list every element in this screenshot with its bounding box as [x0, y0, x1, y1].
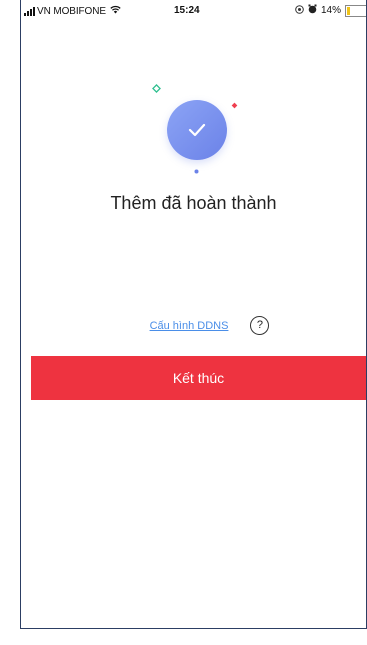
- status-time: 15:24: [174, 5, 200, 16]
- carrier-name: VN MOBIFONE: [37, 5, 106, 17]
- status-left: VN MOBIFONE: [24, 5, 121, 17]
- ddns-row: Cấu hình DDNS ?: [21, 316, 366, 335]
- finish-button[interactable]: Kết thúc: [31, 356, 366, 400]
- wifi-icon: [110, 5, 121, 17]
- success-check-icon: [167, 100, 227, 160]
- green-diamond-icon: [152, 84, 161, 93]
- signal-icon: [24, 6, 35, 16]
- red-diamond-icon: [231, 102, 238, 109]
- completion-title: Thêm đã hoàn thành: [110, 193, 277, 213]
- battery-percent: 14%: [320, 5, 341, 16]
- location-icon: [295, 4, 304, 17]
- alarm-icon: [308, 4, 317, 17]
- status-bar: VN MOBIFONE 15:24 14%: [21, 0, 366, 22]
- status-right: 14%: [295, 4, 366, 17]
- help-icon[interactable]: ?: [250, 316, 270, 335]
- blue-dot-icon: [194, 169, 199, 174]
- app-screen: VN MOBIFONE 15:24 14% Thêm đã hoàn thành…: [20, 0, 367, 629]
- ddns-config-link[interactable]: Cấu hình DDNS: [150, 320, 229, 332]
- battery-icon: [345, 4, 366, 17]
- success-illustration: [141, 80, 251, 180]
- battery-level: [347, 6, 350, 15]
